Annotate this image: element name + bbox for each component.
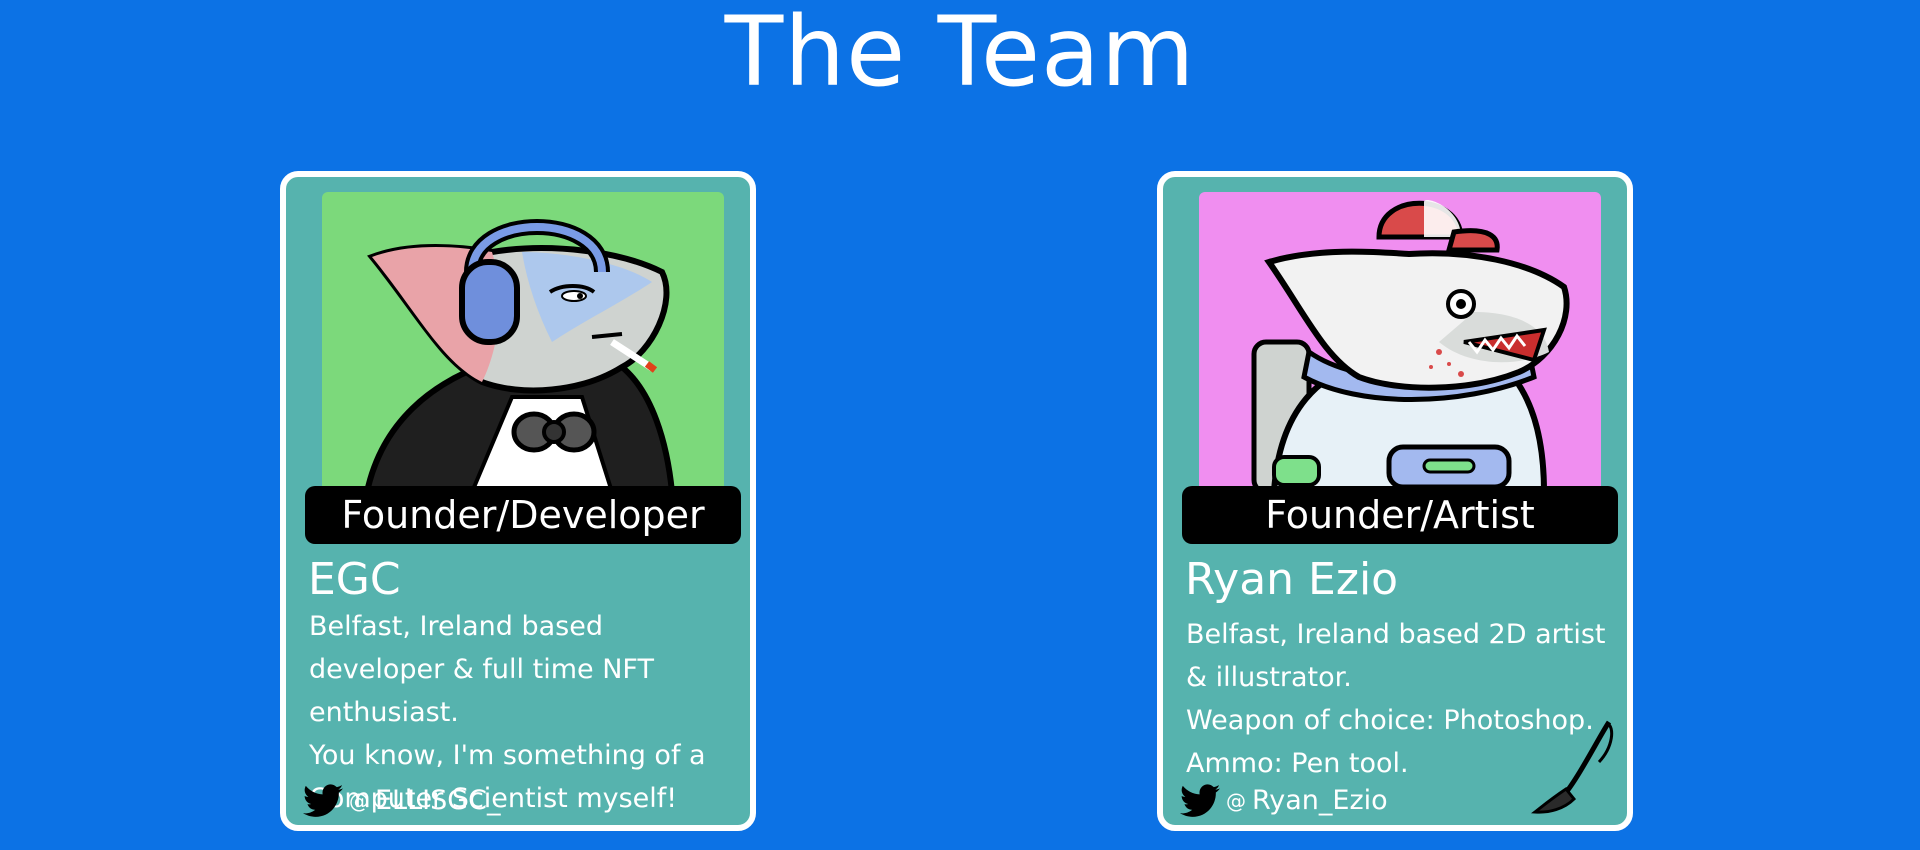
role-label: Founder/Developer bbox=[305, 486, 741, 544]
shark-avatar-developer bbox=[322, 192, 724, 492]
twitter-bird-icon bbox=[303, 784, 343, 817]
at-symbol: @ bbox=[349, 789, 369, 813]
paintbrush-icon bbox=[1530, 720, 1614, 814]
twitter-bird-icon bbox=[1180, 784, 1220, 817]
shark-avatar-artist bbox=[1199, 192, 1601, 492]
team-card-ryan-ezio: Founder/Artist Ryan Ezio Belfast, Irelan… bbox=[1157, 171, 1633, 831]
twitter-link[interactable]: @ Ryan_Ezio bbox=[1180, 781, 1388, 821]
member-portrait bbox=[322, 192, 724, 492]
member-name: Ryan Ezio bbox=[1185, 554, 1399, 605]
twitter-handle[interactable]: Ryan_Ezio bbox=[1252, 781, 1388, 821]
twitter-link[interactable]: @ ELLISGC_ bbox=[303, 781, 501, 821]
at-symbol: @ bbox=[1226, 789, 1246, 813]
team-card-egc: Founder/Developer EGC Belfast, Ireland b… bbox=[280, 171, 756, 831]
bio-line: Belfast, Ireland based developer & full … bbox=[309, 611, 654, 728]
bio-line: Belfast, Ireland based 2D artist & illus… bbox=[1186, 619, 1606, 693]
role-label: Founder/Artist bbox=[1182, 486, 1618, 544]
member-portrait bbox=[1199, 192, 1601, 492]
twitter-handle[interactable]: ELLISGC_ bbox=[375, 781, 501, 821]
member-name: EGC bbox=[308, 554, 401, 605]
page-title: The Team bbox=[724, 0, 1196, 108]
